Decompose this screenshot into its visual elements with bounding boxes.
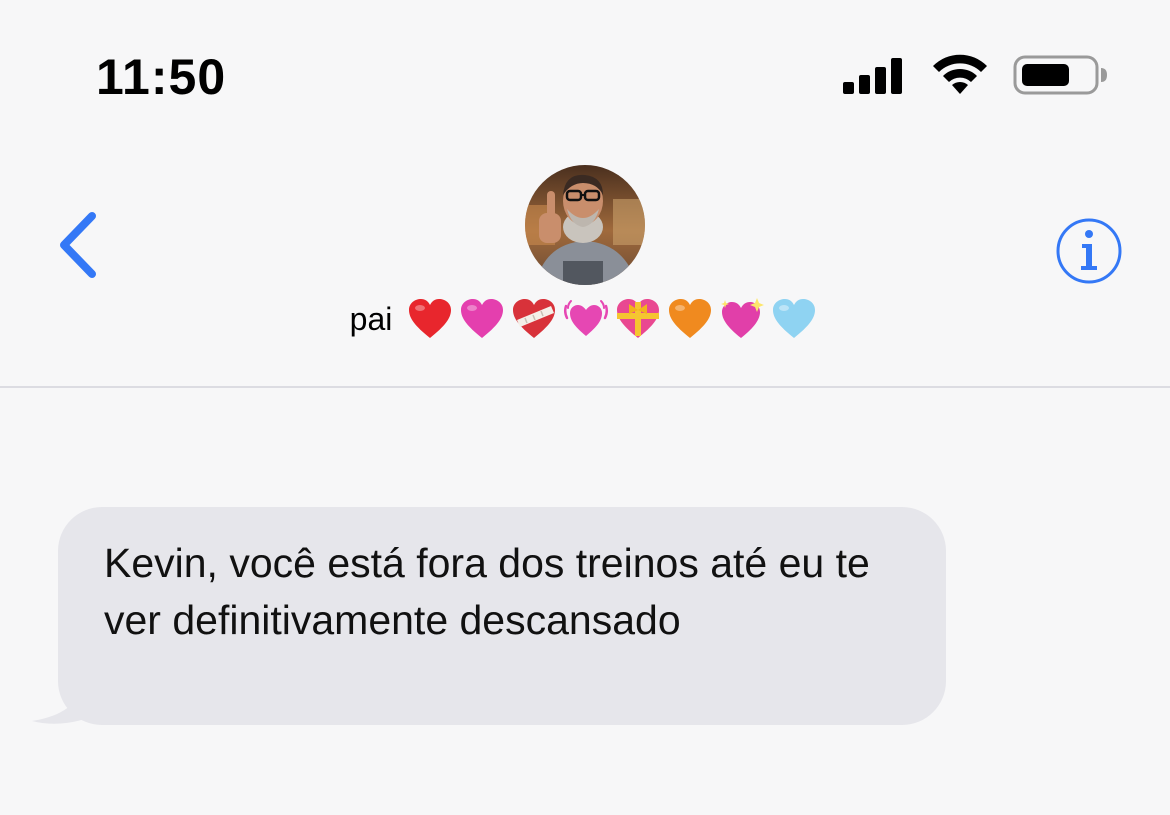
message-text: Kevin, você está fora dos treinos até eu… xyxy=(104,540,870,643)
heart-with-ribbon-icon xyxy=(617,299,660,338)
message-incoming[interactable]: Kevin, você está fora dos treinos até eu… xyxy=(30,507,950,729)
contact-name: pai xyxy=(349,300,393,337)
sparkling-heart-icon xyxy=(721,298,765,338)
chevron-left-icon xyxy=(60,212,96,278)
light-blue-heart-icon xyxy=(773,299,816,338)
status-time: 11:50 xyxy=(96,49,227,105)
status-bar: 11:50 xyxy=(0,0,1170,140)
cellular-signal-icon xyxy=(843,58,902,94)
info-button[interactable] xyxy=(1055,217,1123,285)
beating-heart-icon xyxy=(564,300,609,336)
red-heart-icon xyxy=(409,299,452,338)
battery-icon xyxy=(1013,55,1107,95)
contact-name-row[interactable]: pai xyxy=(0,298,1170,348)
orange-heart-icon xyxy=(669,299,712,338)
mending-heart-icon xyxy=(513,299,556,338)
info-icon xyxy=(1056,218,1122,284)
back-button[interactable] xyxy=(50,210,110,280)
wifi-icon xyxy=(933,54,987,94)
conversation-header: pai xyxy=(0,140,1170,386)
pink-heart-icon xyxy=(461,299,504,338)
header-divider xyxy=(0,386,1170,388)
contact-avatar[interactable] xyxy=(525,165,645,285)
avatar-photo xyxy=(525,165,645,285)
